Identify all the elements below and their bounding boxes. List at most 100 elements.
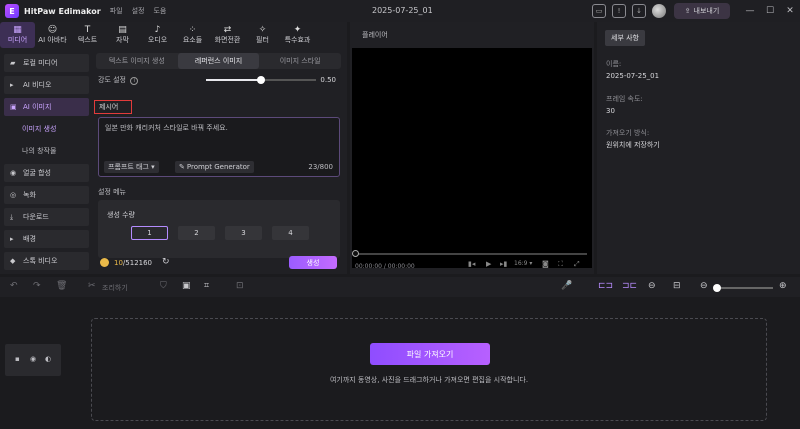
speaker-icon[interactable]: ◐	[45, 355, 51, 363]
layout-icon[interactable]: ▭	[592, 4, 606, 18]
export-frame-icon[interactable]: ⊡	[236, 281, 244, 291]
delete-icon[interactable]: 🗑	[56, 281, 67, 291]
count-option-1[interactable]: 1	[131, 226, 168, 240]
split-label[interactable]: 조리하기	[102, 283, 128, 293]
shield-icon[interactable]: ⛉	[160, 281, 167, 291]
nav-download[interactable]: ⤓ 다운로드	[4, 208, 89, 226]
count-option-2[interactable]: 2	[178, 226, 215, 240]
download-icon[interactable]: ↓	[632, 4, 646, 18]
menu-settings[interactable]: 설정	[132, 6, 145, 16]
fit-icon[interactable]: ⊟	[673, 281, 681, 291]
save-icon[interactable]: ▪	[15, 355, 20, 363]
nav-label: 배경	[23, 235, 36, 243]
snapshot-icon[interactable]: ◙	[542, 260, 549, 268]
tab-media[interactable]: ▦ 미디어	[0, 22, 35, 48]
nav-stock-video[interactable]: ◆ 스톡 비디오	[4, 252, 89, 270]
nav-face-swap[interactable]: ◉ 얼굴 합성	[4, 164, 89, 182]
microphone-icon[interactable]: 🎤	[561, 281, 572, 291]
zoom-slider-thumb[interactable]	[713, 284, 721, 292]
crop-icon[interactable]: ⛶	[558, 260, 563, 269]
nav-ai-image[interactable]: ▣ AI 이미지	[4, 98, 89, 116]
next-frame-icon[interactable]: ▸▮	[500, 260, 507, 268]
nav-label: 스톡 비디오	[23, 257, 58, 265]
strength-slider[interactable]	[206, 76, 316, 84]
tab-details[interactable]: 세부 사항	[605, 30, 645, 46]
prompt-input[interactable]: 일본 만화 캐리커처 스타일로 바꿔 주세요. 프롬프트 태그 ▾ ✎ Prom…	[98, 117, 340, 177]
user-avatar[interactable]	[652, 4, 666, 18]
player-title: 플레이어	[362, 31, 388, 39]
feedback-icon[interactable]: !	[612, 4, 626, 18]
nav-label: 얼굴 합성	[23, 169, 51, 177]
player-screen[interactable]	[352, 48, 592, 268]
nav-label: AI 비디오	[23, 81, 52, 89]
nav-ai-video[interactable]: ▸ AI 비디오	[4, 76, 89, 94]
scissors-icon[interactable]: ✂	[88, 281, 96, 291]
nav-image-generation[interactable]: 이미지 생성	[4, 120, 89, 138]
generate-button[interactable]: 생성	[289, 256, 337, 269]
track-header: ▪ ◉ ◐	[5, 344, 61, 376]
eye-icon[interactable]: ◉	[30, 355, 36, 363]
save-mode-label: 가져오기 방식:	[606, 129, 650, 137]
tab-ai-avatar[interactable]: ☺ AI 아바타	[35, 22, 70, 48]
tab-filter[interactable]: ✧ 필터	[245, 22, 280, 48]
zoom-out-icon[interactable]: ⊖	[700, 281, 708, 291]
zoom-in-icon[interactable]: ⊕	[779, 281, 787, 291]
redo-icon[interactable]: ↷	[33, 281, 41, 291]
title-bar-actions: ▭ ! ↓ ⇪ 내보내기 — ☐ ✕	[592, 0, 800, 22]
nav-record[interactable]: ◎ 녹화	[4, 186, 89, 204]
save-mode-value: 원위치에 저장하기	[606, 141, 660, 149]
player-progress-bar[interactable]	[352, 250, 587, 257]
prompt-generator-button[interactable]: ✎ Prompt Generator	[175, 161, 254, 173]
tab-label: 화면전환	[214, 36, 241, 44]
tab-reference-image[interactable]: 레퍼런스 이미지	[177, 53, 260, 69]
prompt-tag-dropdown[interactable]: 프롬프트 태그 ▾	[104, 161, 159, 173]
nav-label: 다운로드	[23, 213, 49, 221]
tab-text[interactable]: T 텍스트	[70, 22, 105, 48]
refresh-icon[interactable]: ↻	[162, 257, 170, 267]
player-controls: 00:00:00 / 00:00:00 ▮◂ ▶ ▸▮ 16:9 ▾ ◙ ⛶ ⤢	[350, 260, 590, 272]
credit-balance: 10/512160	[114, 259, 152, 267]
top-tab-bar: ▦ 미디어 ☺ AI 아바타 T 텍스트 ▤ 자막 ♪ 오디오 ⁘ 요소들 ⇄ …	[0, 22, 347, 48]
tab-elements[interactable]: ⁘ 요소들	[175, 22, 210, 48]
minimize-icon[interactable]: —	[740, 6, 760, 16]
fullscreen-icon[interactable]: ⤢	[574, 260, 580, 269]
strength-slider-thumb[interactable]	[257, 76, 265, 84]
nav-background[interactable]: ▸ 배경	[4, 230, 89, 248]
tab-label: 미디어	[7, 36, 28, 44]
player-progress-thumb[interactable]	[352, 250, 359, 257]
split-view-icon[interactable]: ⊖	[648, 281, 656, 291]
prev-frame-icon[interactable]: ▮◂	[468, 260, 475, 268]
import-files-button[interactable]: 파일 가져오기	[370, 343, 490, 365]
timeline-drop-zone[interactable]: 파일 가져오기 여기까지 동영상, 사진을 드래그하거나 가져오면 편집을 시작…	[91, 318, 767, 421]
text-recognition-icon[interactable]: ▣	[182, 281, 191, 291]
prompt-text[interactable]: 일본 만화 캐리커처 스타일로 바꿔 주세요.	[105, 123, 228, 133]
close-icon[interactable]: ✕	[780, 6, 800, 16]
magnet-icon[interactable]: ⊐⊏	[622, 281, 637, 291]
undo-icon[interactable]: ↶	[10, 281, 18, 291]
count-option-3[interactable]: 3	[225, 226, 262, 240]
tab-text-to-image[interactable]: 텍스트 이미지 생성	[96, 53, 178, 69]
magic-cut-icon[interactable]: ⌗	[204, 281, 209, 291]
play-icon[interactable]: ▶	[486, 260, 491, 268]
tab-subtitle[interactable]: ▤ 자막	[105, 22, 140, 48]
nav-label: 녹화	[23, 191, 36, 199]
tab-label: 특수효과	[284, 36, 311, 44]
tab-audio[interactable]: ♪ 오디오	[140, 22, 175, 48]
zoom-slider[interactable]	[713, 284, 773, 292]
maximize-icon[interactable]: ☐	[760, 6, 780, 16]
info-icon[interactable]: i	[130, 77, 139, 85]
nav-my-works[interactable]: 나의 창작물	[4, 142, 89, 160]
tab-image-style[interactable]: 이미지 스타일	[259, 53, 341, 69]
aspect-ratio-dropdown[interactable]: 16:9 ▾	[514, 260, 532, 267]
menu-file[interactable]: 파일	[110, 6, 123, 16]
nav-my-media[interactable]: ▰ 로컬 미디어	[4, 54, 89, 72]
tab-effects[interactable]: ✦ 특수효과	[280, 22, 315, 48]
export-button[interactable]: ⇪ 내보내기	[674, 3, 730, 19]
link-clips-icon[interactable]: ⊏⊐	[598, 281, 613, 291]
subtitle-icon: ▤	[118, 25, 127, 35]
count-option-4[interactable]: 4	[272, 226, 309, 240]
document-title: 2025-07-25_01	[372, 6, 433, 15]
player-time: 00:00:00 / 00:00:00	[355, 262, 415, 270]
tab-transition[interactable]: ⇄ 화면전환	[210, 22, 245, 48]
menu-help[interactable]: 도움	[153, 6, 166, 16]
